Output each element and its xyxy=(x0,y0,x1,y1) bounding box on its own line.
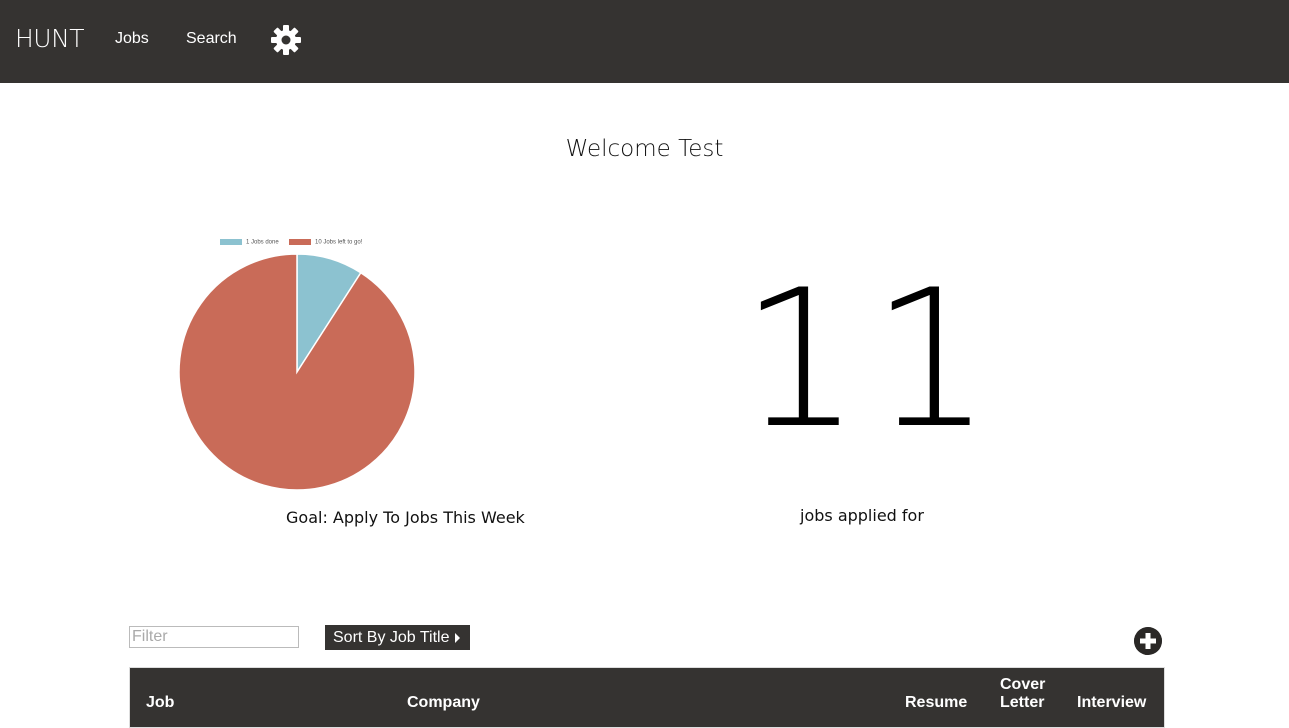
top-navbar: HUNT Jobs Search xyxy=(0,0,1289,83)
pie-svg xyxy=(178,253,416,491)
column-header-cover-letter[interactable]: Cover Letter xyxy=(1000,676,1060,712)
caret-right-icon xyxy=(454,633,460,643)
goal-pie-chart xyxy=(170,235,430,495)
column-header-resume[interactable]: Resume xyxy=(905,694,967,712)
filter-input[interactable] xyxy=(129,626,299,648)
goal-caption: Goal: Apply To Jobs This Week xyxy=(286,508,525,527)
jobs-applied-caption: jobs applied for xyxy=(800,506,924,525)
gear-icon[interactable] xyxy=(270,24,302,56)
column-header-company[interactable]: Company xyxy=(407,694,480,712)
column-header-job[interactable]: Job xyxy=(146,694,174,712)
jobs-table-header: Job Company Resume Cover Letter Intervie… xyxy=(129,667,1165,728)
nav-link-jobs[interactable]: Jobs xyxy=(115,30,149,48)
jobs-applied-count: 11 xyxy=(740,249,1002,470)
brand-logo[interactable]: HUNT xyxy=(15,24,85,53)
column-header-interview[interactable]: Interview xyxy=(1077,694,1146,712)
sort-by-job-title-button[interactable]: Sort By Job Title xyxy=(325,625,470,650)
nav-link-search[interactable]: Search xyxy=(186,30,237,48)
plus-circle-icon[interactable] xyxy=(1134,627,1162,655)
pie-slice-left xyxy=(178,253,416,491)
welcome-heading: Welcome Test xyxy=(565,136,724,162)
sort-button-label: Sort By Job Title xyxy=(333,629,450,646)
